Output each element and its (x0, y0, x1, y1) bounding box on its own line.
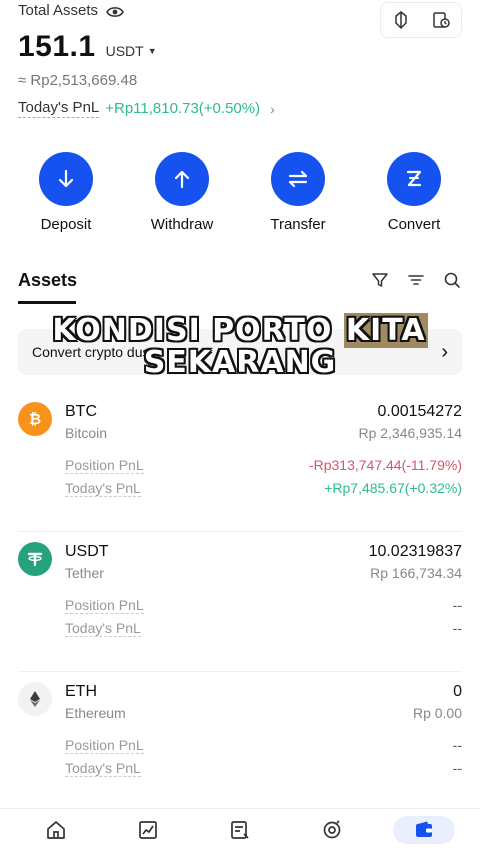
eye-icon[interactable] (106, 5, 124, 17)
todays-pnl-row[interactable]: Today's PnL +Rp11,810.73(+0.50%) › (18, 99, 275, 118)
withdraw-label: Withdraw (150, 216, 214, 233)
todays-pnl-row: Today's PnL +Rp7,485.67(+0.32%) (65, 480, 462, 497)
asset-name: Bitcoin (65, 425, 108, 441)
asset-symbol: BTC (65, 403, 97, 420)
top-icons-group (380, 2, 462, 38)
convert-button[interactable]: Convert (364, 152, 464, 233)
nav-home[interactable] (16, 809, 96, 854)
chevron-right-icon: › (270, 100, 275, 117)
asset-amount: 10.02319837 (368, 543, 462, 560)
chart-icon (139, 821, 157, 839)
sort-icon[interactable] (406, 270, 426, 290)
bottom-nav (0, 808, 480, 854)
balance-row: 151.1 USDT ▼ (18, 30, 157, 64)
total-assets-label: Total Assets (18, 2, 99, 19)
todays-pnl-label: Today's PnL (65, 480, 141, 497)
asset-symbol: USDT (65, 543, 109, 560)
withdraw-button[interactable]: Withdraw (132, 152, 232, 233)
todays-pnl-row: Today's PnL -- (65, 760, 462, 777)
todays-pnl-value: +Rp11,810.73(+0.50%) (105, 100, 261, 117)
approx-fiat-value: ≈ Rp2,513,669.48 (18, 72, 138, 89)
list-item[interactable]: ₿ BTC Bitcoin 0.00154272 Rp 2,346,935.14… (18, 392, 462, 532)
todays-pnl-value: -- (452, 620, 462, 636)
position-pnl-value: -- (452, 597, 462, 613)
asset-symbol: ETH (65, 683, 97, 700)
asset-amount: 0 (453, 683, 462, 700)
nav-assets[interactable] (384, 809, 464, 854)
position-pnl-value: -Rp313,747.44(-11.79%) (308, 457, 462, 473)
asset-fiat-value: Rp 0.00 (412, 705, 462, 721)
todays-pnl-row: Today's PnL -- (65, 620, 462, 637)
todays-pnl-label: Today's PnL (65, 760, 141, 777)
asset-fiat-value: Rp 166,734.34 (370, 565, 462, 581)
filter-icon[interactable] (370, 270, 390, 290)
position-pnl-row: Position PnL -- (65, 597, 462, 614)
deposit-label: Deposit (40, 216, 92, 233)
convert-dust-label: Convert crypto dust (32, 344, 154, 360)
todays-pnl-value: -- (452, 760, 462, 776)
svg-text:₿: ₿ (29, 410, 41, 428)
deposit-button[interactable]: Deposit (16, 152, 116, 233)
asset-name: Ethereum (65, 705, 126, 721)
asset-amount: 0.00154272 (377, 403, 462, 420)
currency-label: USDT (105, 43, 144, 59)
ethereum-icon (18, 682, 52, 716)
asset-list: ₿ BTC Bitcoin 0.00154272 Rp 2,346,935.14… (0, 392, 480, 812)
tab-assets[interactable]: Assets (18, 270, 77, 291)
chevron-right-icon: › (441, 340, 448, 363)
total-assets-label-row: Total Assets (18, 2, 124, 19)
todays-pnl-label: Today's PnL (65, 620, 141, 637)
nav-earn[interactable] (292, 809, 372, 854)
tab-underline (18, 301, 76, 304)
wallet-icon (416, 821, 432, 837)
shield-icon[interactable] (391, 10, 411, 30)
todays-pnl-label: Today's PnL (18, 99, 100, 118)
search-icon[interactable] (442, 270, 462, 290)
transfer-label: Transfer (270, 216, 326, 233)
arrow-down-icon (39, 152, 93, 206)
convert-icon (387, 152, 441, 206)
earn-icon (323, 820, 341, 839)
todays-pnl-value: +Rp7,485.67(+0.32%) (324, 480, 462, 496)
transfer-button[interactable]: Transfer (248, 152, 348, 233)
position-pnl-label: Position PnL (65, 737, 144, 754)
quick-actions: Deposit Withdraw Transfer Convert (0, 152, 480, 233)
list-item[interactable]: USDT Tether 10.02319837 Rp 166,734.34 Po… (18, 532, 462, 672)
position-pnl-row: Position PnL -Rp313,747.44(-11.79%) (65, 457, 462, 474)
list-item[interactable]: ETH Ethereum 0 Rp 0.00 Position PnL -- T… (18, 672, 462, 812)
nav-markets[interactable] (108, 809, 188, 854)
position-pnl-row: Position PnL -- (65, 737, 462, 754)
tether-icon (18, 542, 52, 576)
home-icon (47, 821, 65, 839)
position-pnl-value: -- (452, 737, 462, 753)
bitcoin-icon: ₿ (18, 402, 52, 436)
convert-dust-bar[interactable]: Convert crypto dust › (18, 329, 462, 375)
currency-selector[interactable]: USDT ▼ (106, 43, 157, 59)
balance-value: 151.1 (18, 30, 96, 63)
nav-trade[interactable] (200, 809, 280, 854)
caret-down-icon: ▼ (147, 46, 157, 56)
arrow-up-icon (155, 152, 209, 206)
header: Total Assets 151.1 USDT ▼ ≈ Rp2,513,669.… (0, 0, 480, 130)
position-pnl-label: Position PnL (65, 597, 144, 614)
asset-tools (370, 270, 462, 290)
transfer-icon (271, 152, 325, 206)
history-icon[interactable] (431, 10, 451, 30)
asset-fiat-value: Rp 2,346,935.14 (358, 425, 462, 441)
trade-icon (231, 821, 249, 839)
asset-name: Tether (65, 565, 104, 581)
position-pnl-label: Position PnL (65, 457, 144, 474)
convert-label: Convert (387, 216, 441, 233)
assets-section-header: Assets (0, 262, 480, 304)
